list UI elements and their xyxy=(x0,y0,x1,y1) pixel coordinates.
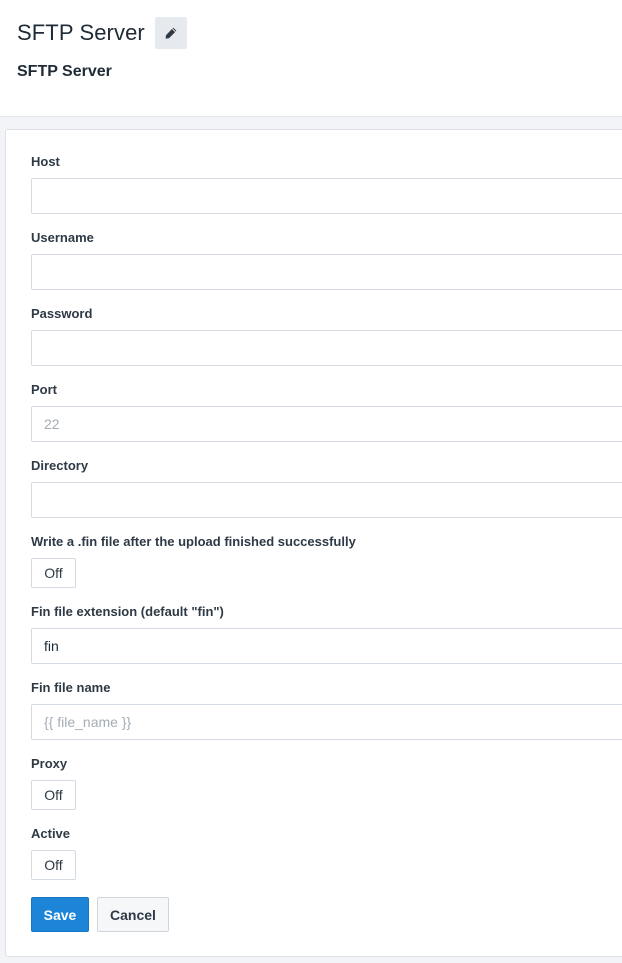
active-toggle[interactable]: Off xyxy=(31,850,76,880)
sftp-settings-form: Host Username Password Port Directory Wr… xyxy=(5,129,622,957)
fin-extension-label: Fin file extension (default "fin") xyxy=(31,604,224,619)
proxy-label: Proxy xyxy=(31,756,68,771)
pencil-icon xyxy=(164,26,178,40)
username-label: Username xyxy=(31,230,94,245)
page-subtitle: SFTP Server xyxy=(17,63,112,80)
directory-input[interactable] xyxy=(31,482,622,518)
fin-extension-input[interactable] xyxy=(31,628,622,664)
cancel-button[interactable]: Cancel xyxy=(97,897,169,932)
page-header: SFTP Server SFTP Server xyxy=(0,0,622,117)
host-input[interactable] xyxy=(31,178,622,214)
write-fin-label: Write a .fin file after the upload finis… xyxy=(31,534,356,549)
proxy-toggle[interactable]: Off xyxy=(31,780,76,810)
port-label: Port xyxy=(31,382,57,397)
title-row: SFTP Server xyxy=(17,16,187,49)
save-button[interactable]: Save xyxy=(31,897,89,932)
active-label: Active xyxy=(31,826,71,841)
directory-label: Directory xyxy=(31,458,89,473)
edit-title-button[interactable] xyxy=(154,16,187,49)
fin-name-input[interactable] xyxy=(31,704,622,740)
write-fin-toggle[interactable]: Off xyxy=(31,558,76,588)
password-label: Password xyxy=(31,306,93,321)
fin-name-label: Fin file name xyxy=(31,680,111,695)
username-input[interactable] xyxy=(31,254,622,290)
password-input[interactable] xyxy=(31,330,622,366)
port-input[interactable] xyxy=(31,406,622,442)
host-label: Host xyxy=(31,154,60,169)
page-title: SFTP Server xyxy=(17,20,145,45)
